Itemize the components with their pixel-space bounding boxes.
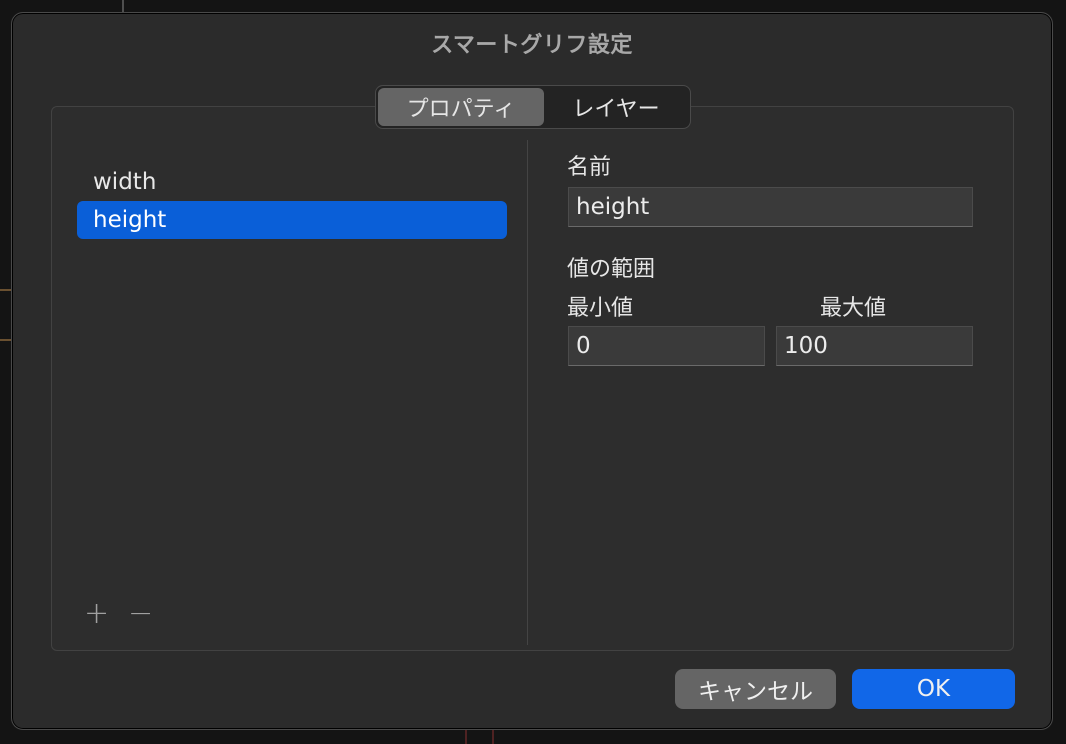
add-property-button[interactable]: + [84,599,109,629]
min-label: 最小値 [567,296,634,321]
list-item-height[interactable]: height [77,201,507,239]
segmented-tab-control: プロパティ レイヤー [375,85,691,129]
ok-button[interactable]: OK [852,669,1015,709]
tab-properties[interactable]: プロパティ [378,88,544,126]
cancel-button[interactable]: キャンセル [675,669,836,709]
list-controls: + − [84,599,153,629]
name-label: 名前 [567,155,612,180]
remove-property-button[interactable]: − [128,599,153,629]
range-label: 値の範囲 [567,257,656,282]
smart-glyph-settings-dialog: スマートグリフ設定 プロパティ レイヤー width height + − 名前… [11,12,1053,730]
min-value-field[interactable]: 0 [568,326,765,366]
max-label: 最大値 [820,296,887,321]
tab-layers[interactable]: レイヤー [544,88,688,126]
list-item-width[interactable]: width [77,163,507,201]
property-list: width height [77,163,507,239]
name-field[interactable]: height [568,187,973,227]
panel-divider [527,140,528,645]
max-value-field[interactable]: 100 [776,326,973,366]
dialog-title: スマートグリフ設定 [431,33,633,58]
